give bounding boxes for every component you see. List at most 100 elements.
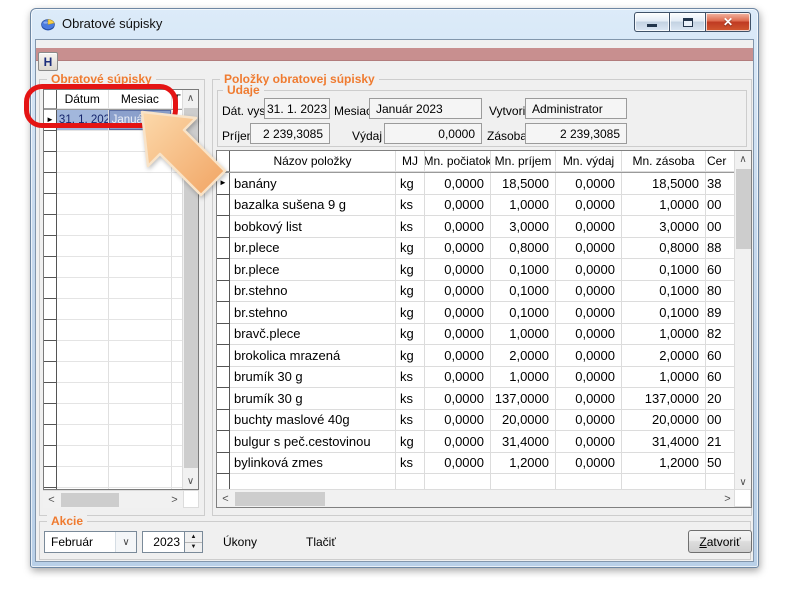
table-row[interactable]: ► banány kg 0,0000 18,5000 0,0000 18,500… [217,173,736,195]
chevron-down-icon[interactable]: ∨ [115,532,136,552]
column-header-prijem[interactable]: Mn. príjem [491,151,556,172]
table-row[interactable]: br.stehno kg 0,0000 0,1000 0,0000 0,1000… [217,281,736,303]
table-row[interactable]: bulgur s peč.cestovinou kg 0,0000 31,400… [217,431,736,453]
cell-prijem: 2,0000 [491,345,556,367]
close-window-button[interactable]: ✕ [706,12,751,32]
title-bar: Obratové súpisky ✕ [31,9,758,39]
scroll-up-icon[interactable]: ∧ [183,90,198,106]
cell-mj: kg [396,238,425,260]
column-header-zasoba[interactable]: Mn. zásoba [622,151,706,172]
dates-vertical-scrollbar[interactable]: ∧ ∨ [182,90,198,489]
table-row[interactable]: buchty maslové 40g ks 0,0000 20,0000 0,0… [217,410,736,432]
cell-zasoba: 137,0000 [622,388,706,410]
table-row[interactable]: brokolica mrazená kg 0,0000 2,0000 0,000… [217,345,736,367]
table-row[interactable]: bylinková zmes ks 0,0000 1,2000 0,0000 1… [217,453,736,475]
cell-datum [57,404,109,425]
scroll-down-icon[interactable]: ∨ [183,473,198,489]
scroll-up-icon[interactable]: ∧ [735,151,751,167]
cell-vydaj: 0,0000 [556,410,622,432]
cell-datum [57,320,109,341]
scrollbar-thumb[interactable] [61,493,119,507]
column-header-pociatok[interactable]: Mn. počiatok [425,151,491,172]
vydaj-field[interactable]: 0,0000 [384,123,482,144]
cell-cena-clipped: 80 [706,281,736,303]
spin-down-icon[interactable]: ▼ [185,543,202,553]
mesiac-field[interactable]: Január 2023 [369,98,482,119]
row-marker-cell [217,281,230,303]
cell-zasoba: 1,2000 [622,453,706,475]
year-spinner[interactable]: 2023 ▲ ▼ [142,531,203,553]
cell-mj: kg [396,281,425,303]
cell-vydaj: 0,0000 [556,324,622,346]
row-marker-cell [217,238,230,260]
turnover-lists-title: Obratové súpisky [47,72,156,86]
scroll-right-icon[interactable]: > [166,491,183,508]
maximize-button[interactable] [670,12,706,32]
tlacit-menu[interactable]: Tlačiť [306,535,336,549]
scroll-left-icon[interactable]: < [217,490,234,507]
row-marker-cell [44,467,57,488]
cell-zasoba: 31,4000 [622,431,706,453]
cell-vydaj: 0,0000 [556,195,622,217]
items-vertical-scrollbar[interactable]: ∧ ∨ [734,151,751,490]
scrollbar-corner [734,489,751,507]
cell-zasoba [622,474,706,490]
table-row[interactable]: br.stehno kg 0,0000 0,1000 0,0000 0,1000… [217,302,736,324]
spin-up-icon[interactable]: ▲ [185,532,202,543]
table-row[interactable]: br.plece kg 0,0000 0,8000 0,0000 0,8000 … [217,238,736,260]
column-header-mesiac[interactable]: Mesiac [109,90,173,109]
table-row[interactable]: brumík 30 g ks 0,0000 137,0000 0,0000 13… [217,388,736,410]
cell-zasoba: 3,0000 [622,216,706,238]
minimize-button[interactable] [634,12,670,32]
cell-extra [172,467,182,488]
empty-row [44,320,182,341]
h-button[interactable]: H [38,52,58,71]
column-header-datum[interactable]: Dátum [57,90,109,109]
table-row[interactable]: bazalka sušena 9 g ks 0,0000 1,0000 0,00… [217,195,736,217]
column-header-vydaj[interactable]: Mn. výdaj [556,151,622,172]
dat-vyst-field[interactable]: 31. 1. 2023 [264,98,330,119]
cell-nazov: bylinková zmes [230,453,396,475]
actions-title: Akcie [47,514,87,528]
scrollbar-thumb[interactable] [184,108,198,468]
prijem-field[interactable]: 2 239,3085 [250,123,330,144]
table-row[interactable]: brumík 30 g ks 0,0000 1,0000 0,0000 1,00… [217,367,736,389]
scroll-left-icon[interactable]: < [43,491,60,508]
cell-zasoba: 1,0000 [622,367,706,389]
vytvoril-field[interactable]: Administrator [525,98,627,119]
cell-mj: ks [396,453,425,475]
month-dropdown[interactable]: Február ∨ [44,531,137,553]
accent-bar [36,48,753,61]
dialog-window: Obratové súpisky ✕ H Obratové súpisky Dá… [30,8,759,568]
cell-prijem: 18,5000 [491,173,556,195]
dates-horizontal-scrollbar[interactable]: < > [43,490,183,508]
column-header-extra[interactable]: T [172,90,182,109]
scroll-down-icon[interactable]: ∨ [735,474,751,490]
table-row[interactable]: bobkový list ks 0,0000 3,0000 0,0000 3,0… [217,216,736,238]
cell-nazov: bravč.plece [230,324,396,346]
vytvoril-label: Vytvoril [489,104,528,118]
empty-row [44,257,182,278]
cell-cena-clipped: 60 [706,367,736,389]
column-header-cena[interactable]: Cer [706,151,736,172]
zasoba-field[interactable]: 2 239,3085 [525,123,627,144]
cell-datum [57,257,109,278]
cell-pociatok: 0,0000 [425,238,491,260]
ukony-menu[interactable]: Úkony [223,535,257,549]
selected-date-row[interactable]: ► 31. 1. 2023 Január 2023 [44,110,182,131]
cell-nazov [230,474,396,490]
cell-vydaj: 0,0000 [556,388,622,410]
column-header-nazov[interactable]: Názov položky [230,151,396,172]
scrollbar-thumb[interactable] [736,169,751,249]
items-horizontal-scrollbar[interactable]: < > [217,489,736,507]
table-row[interactable]: bravč.plece kg 0,0000 1,0000 0,0000 1,00… [217,324,736,346]
cell-pociatok: 0,0000 [425,431,491,453]
close-button[interactable]: Zatvoriť [688,530,752,553]
cell-pociatok: 0,0000 [425,453,491,475]
cell-nazov: brokolica mrazená [230,345,396,367]
scrollbar-thumb[interactable] [235,492,325,506]
row-marker-cell [217,216,230,238]
cell-vydaj [556,474,622,490]
column-header-mj[interactable]: MJ [396,151,425,172]
table-row[interactable]: br.plece kg 0,0000 0,1000 0,0000 0,1000 … [217,259,736,281]
